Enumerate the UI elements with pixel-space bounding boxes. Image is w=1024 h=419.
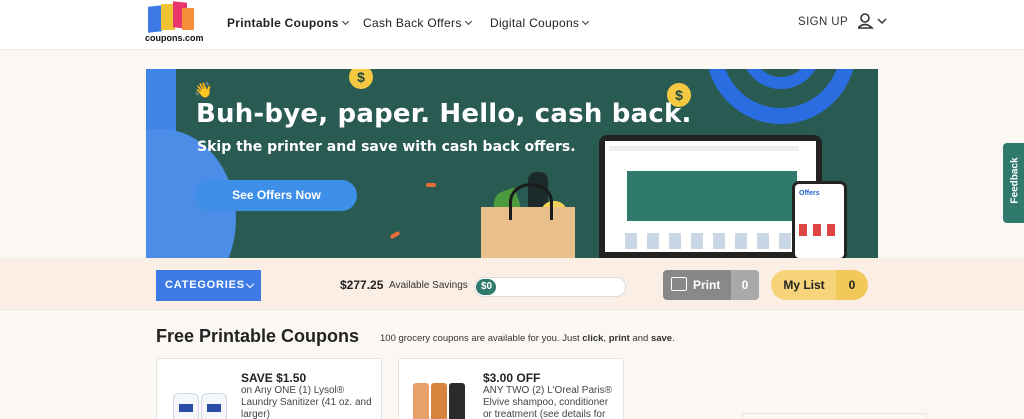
feedback-label: Feedback	[1009, 157, 1021, 204]
print-label: Print	[693, 278, 721, 292]
subtitle-text: 100 grocery coupons are available for yo…	[380, 333, 583, 344]
categories-dropdown[interactable]: CATEGORIES	[156, 270, 261, 301]
coupon-description: on Any ONE (1) Lysol® Laundry Sanitizer …	[241, 385, 372, 419]
nav-printable-coupons[interactable]: Printable Coupons	[227, 16, 349, 30]
coupon-card[interactable]: $3.00 OFF ANY TWO (2) L'Oreal Paris® Elv…	[398, 358, 624, 419]
subtitle-text: and	[629, 333, 651, 344]
categories-label: CATEGORIES	[165, 279, 245, 291]
screen-header	[609, 146, 799, 151]
savings-progress-bar: $0	[474, 277, 626, 297]
sign-up-link[interactable]: SIGN UP	[798, 16, 848, 28]
screen-products	[625, 233, 795, 249]
section-title: Free Printable Coupons	[156, 326, 360, 346]
hero-headline: Buh-bye, paper. Hello, cash back.	[196, 99, 692, 129]
coupon-description: ANY TWO (2) L'Oreal Paris® Elvive shampo…	[483, 385, 612, 419]
logo-text: coupons.com	[145, 33, 204, 43]
lysol-bottle	[173, 393, 199, 419]
hero-subheadline: Skip the printer and save with cash back…	[197, 139, 576, 155]
print-button[interactable]: Print	[663, 270, 731, 300]
coupon-card[interactable]: SAVE $1.50 on Any ONE (1) Lysol® Laundry…	[156, 358, 382, 419]
nav-digital-coupons[interactable]: Digital Coupons	[490, 16, 590, 30]
screen-banner	[627, 171, 797, 221]
phone-illustration: Offers	[792, 181, 847, 258]
see-offers-button[interactable]: See Offers Now	[196, 180, 357, 211]
logo-shape	[148, 5, 162, 33]
available-savings-amount: $277.25	[340, 278, 384, 292]
section-subtitle: 100 grocery coupons are available for yo…	[380, 333, 675, 344]
available-savings-label: Available Savings	[389, 280, 468, 291]
feedback-tab[interactable]: Feedback	[1003, 143, 1024, 223]
nav-label: Printable Coupons	[227, 16, 339, 30]
printer-icon	[671, 277, 687, 291]
decorative-squiggle	[426, 183, 436, 187]
nav-label: Cash Back Offers	[363, 16, 462, 30]
sidebar-panel-edge	[742, 413, 927, 419]
lysol-bottle	[201, 393, 227, 419]
coupons-logo[interactable]: coupons.com	[145, 1, 204, 44]
my-list-count[interactable]: 0	[836, 270, 868, 300]
loreal-bottle	[431, 383, 447, 419]
nav-label: Digital Coupons	[490, 16, 580, 30]
laptop-illustration	[599, 135, 822, 258]
user-icon	[856, 13, 887, 29]
phone-title: Offers	[799, 190, 820, 197]
coupon-title: $3.00 OFF	[483, 371, 541, 385]
subtitle-click: click	[582, 333, 604, 344]
chevron-down-icon	[582, 17, 590, 26]
chevron-down-icon	[341, 17, 349, 26]
nav-cash-back-offers[interactable]: Cash Back Offers	[363, 16, 472, 30]
coupon-title: SAVE $1.50	[241, 371, 307, 385]
loreal-bottle	[413, 383, 429, 419]
cash-back-hero-banner[interactable]: 👋 $ $ Buh-bye, paper. Hello, cash back. …	[146, 69, 878, 258]
site-header: coupons.com Printable Coupons Cash Back …	[0, 0, 1024, 50]
product-image	[167, 375, 229, 419]
phone-screen: Offers	[795, 184, 844, 258]
my-list-button[interactable]: My List	[771, 270, 837, 300]
chevron-down-icon	[245, 279, 255, 289]
subtitle-print: print	[608, 333, 630, 344]
phone-products	[799, 224, 841, 236]
savings-progress-value: $0	[481, 281, 493, 292]
product-image	[409, 375, 471, 419]
grocery-bag-illustration	[481, 183, 575, 258]
waving-hand-icon: 👋	[194, 82, 213, 99]
laptop-screen	[605, 141, 816, 252]
logo-shape	[182, 8, 194, 30]
subtitle-save: save	[650, 333, 673, 344]
loreal-bottle	[449, 383, 465, 419]
user-menu[interactable]	[856, 12, 888, 32]
dollar-coin-icon: $	[349, 69, 373, 89]
subtitle-text: .	[672, 333, 675, 344]
chevron-down-icon	[464, 17, 472, 26]
print-count[interactable]: 0	[731, 270, 759, 300]
decorative-squiggle	[389, 230, 401, 240]
